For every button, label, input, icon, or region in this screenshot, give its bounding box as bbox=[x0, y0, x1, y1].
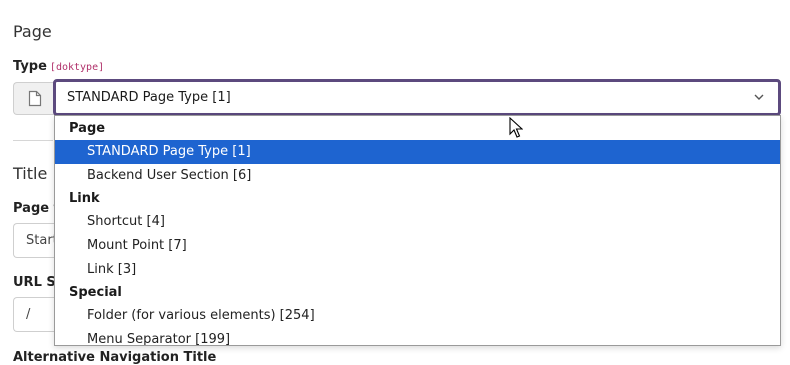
type-field-code: [doktype] bbox=[49, 62, 105, 73]
type-label-text: Type bbox=[13, 59, 47, 74]
optgroup-link: Link bbox=[69, 191, 100, 206]
option-shortcut[interactable]: Shortcut [4] bbox=[55, 210, 780, 234]
type-select[interactable]: STANDARD Page Type [1] bbox=[53, 79, 781, 116]
page-icon bbox=[28, 90, 41, 107]
option-link[interactable]: Link [3] bbox=[55, 258, 780, 282]
page-section-title: Page bbox=[13, 22, 52, 41]
option-folder[interactable]: Folder (for various elements) [254] bbox=[55, 304, 780, 328]
section-divider bbox=[13, 140, 53, 141]
title-section-title: Title bbox=[13, 164, 48, 183]
type-select-value: STANDARD Page Type [1] bbox=[67, 90, 231, 105]
mouse-cursor-icon bbox=[509, 117, 523, 138]
type-dropdown-list[interactable]: Page STANDARD Page Type [1] Backend User… bbox=[54, 115, 781, 346]
type-addon bbox=[13, 82, 55, 115]
type-field-label: Type [doktype] bbox=[13, 59, 104, 74]
option-backend-user-section[interactable]: Backend User Section [6] bbox=[55, 164, 780, 188]
option-mount-point[interactable]: Mount Point [7] bbox=[55, 234, 780, 258]
alt-nav-title-label: Alternative Navigation Title bbox=[13, 350, 217, 365]
optgroup-page: Page bbox=[69, 121, 106, 136]
page-title-label: Page t bbox=[13, 201, 60, 216]
chevron-down-icon[interactable] bbox=[754, 82, 764, 113]
option-menu-separator[interactable]: Menu Separator [199] bbox=[55, 328, 780, 345]
option-standard-page-type[interactable]: STANDARD Page Type [1] bbox=[55, 140, 780, 164]
optgroup-special: Special bbox=[69, 285, 122, 300]
